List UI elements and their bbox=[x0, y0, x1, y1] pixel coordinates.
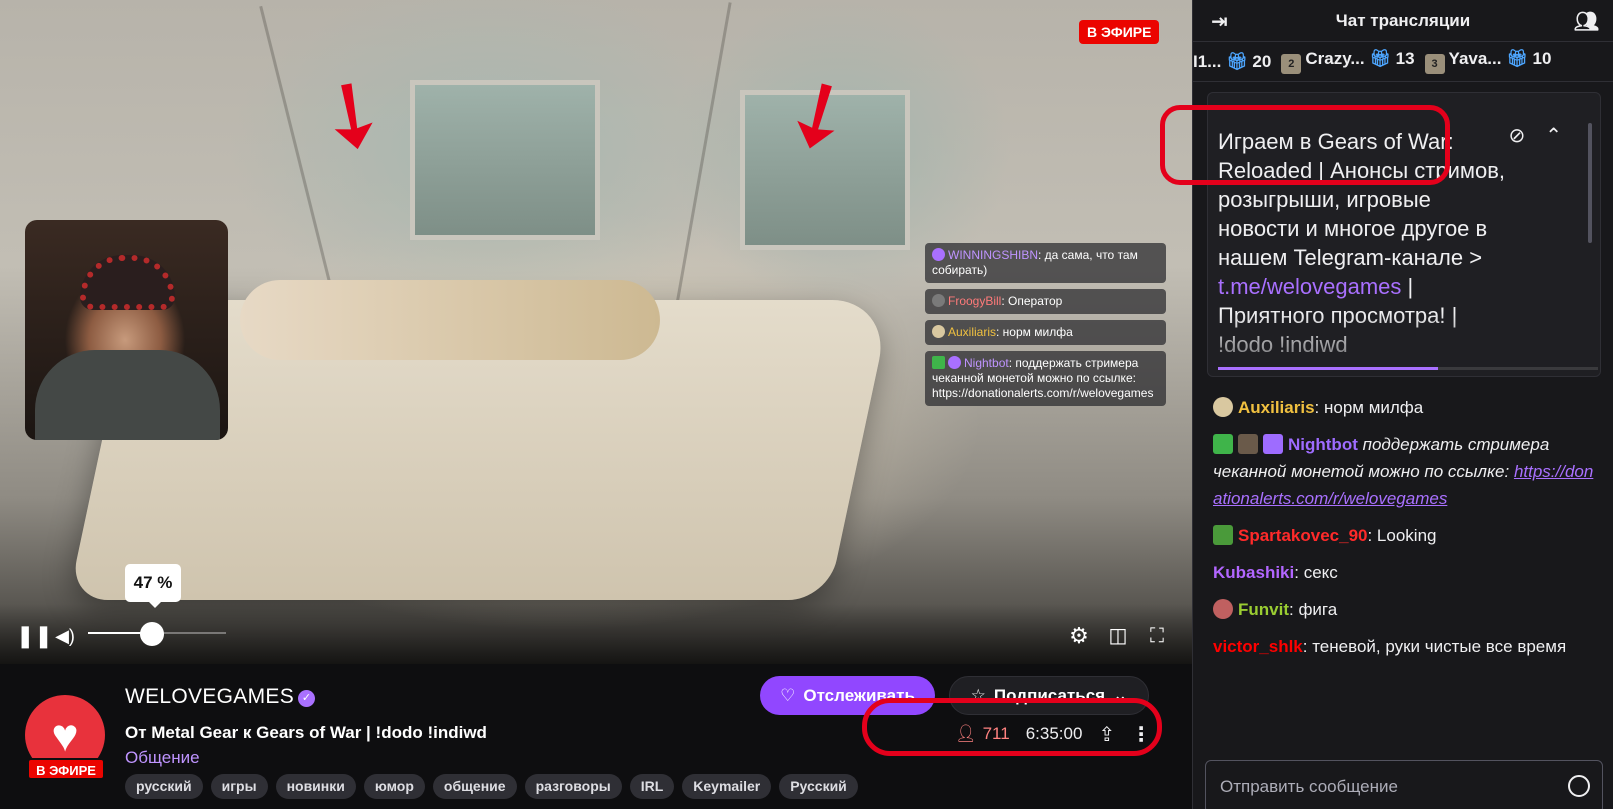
volume-icon[interactable]: ◀) bbox=[52, 624, 78, 648]
overlay-chat-message: FroogyBill: Оператор bbox=[925, 289, 1166, 314]
webcam-hat bbox=[80, 255, 175, 310]
annotation-arrow: ➘ bbox=[293, 52, 413, 178]
pause-icon[interactable]: ❚❚ bbox=[16, 624, 53, 648]
tag[interactable]: IRL bbox=[629, 774, 675, 799]
badge-icon bbox=[1213, 397, 1233, 417]
community-icon[interactable]: 👥︎ bbox=[1574, 9, 1599, 34]
pinned-scrollbar[interactable] bbox=[1588, 123, 1592, 243]
chat-header: ⇥ Чат трансляции 👥︎ bbox=[1193, 0, 1613, 42]
webcam-figure bbox=[35, 350, 220, 440]
overlay-chat-message: WINNINGSHIBN: да сама, что там собирать) bbox=[925, 243, 1166, 283]
leaderboard-entry[interactable]: I1... 🎁︎ 20 bbox=[1193, 52, 1271, 72]
stream-page: ➘ ➘ В ЭФИРЕ WINNINGSHIBN: да сама, что т… bbox=[0, 0, 1613, 809]
tag[interactable]: игры bbox=[210, 774, 268, 799]
collapse-chat-icon[interactable]: ⇥ bbox=[1211, 9, 1228, 34]
streamer-webcam bbox=[25, 220, 228, 440]
stream-title: От Metal Gear к Gears of War | !dodo !in… bbox=[125, 723, 487, 742]
person-on-mattress bbox=[240, 280, 660, 360]
chat-message: Nightbot поддержать стримера чеканной мо… bbox=[1213, 434, 1594, 508]
sword-icon bbox=[932, 356, 945, 369]
badge-icon bbox=[932, 294, 945, 307]
emote-picker-icon[interactable] bbox=[1568, 775, 1590, 797]
verified-icon bbox=[932, 248, 945, 261]
chat-message: Auxiliaris: норм милфа bbox=[1213, 394, 1598, 421]
stream-category[interactable]: Общение bbox=[125, 748, 200, 768]
settings-icon[interactable]: ⚙ bbox=[1066, 624, 1092, 648]
pinned-progress bbox=[1218, 367, 1598, 370]
channel-name[interactable]: WELOVEGAMES bbox=[125, 685, 294, 709]
live-badge: В ЭФИРЕ bbox=[1079, 20, 1160, 44]
chat-title: Чат трансляции bbox=[1335, 10, 1471, 30]
gift-icon: 🎁︎ bbox=[1226, 51, 1248, 71]
leaderboard-entry[interactable]: 3 Yava... 🎁︎ 10 bbox=[1424, 49, 1551, 74]
heart-icon: ♡ bbox=[780, 685, 796, 705]
sword-icon bbox=[1213, 434, 1233, 454]
chat-messages: Auxiliaris: норм милфа Nightbot поддержа… bbox=[1213, 394, 1598, 670]
chat-message: Kubashiki: секс bbox=[1213, 563, 1338, 582]
player-controls bbox=[0, 604, 1192, 664]
verified-icon bbox=[948, 356, 961, 369]
gift-leaderboard: I1... 🎁︎ 20 2 Crazy... 🎁︎ 13 3 Yava... 🎁︎ … bbox=[1193, 42, 1613, 82]
verified-icon bbox=[1263, 434, 1283, 454]
tag[interactable]: русский bbox=[125, 774, 203, 799]
avatar-live-badge: В ЭФИРЕ bbox=[27, 758, 105, 780]
chat-message: Spartakovec_90: Looking bbox=[1213, 522, 1598, 549]
gift-icon: 🎁︎ bbox=[1506, 49, 1528, 68]
heart-logo-icon: ♥ bbox=[51, 709, 79, 761]
chat-input[interactable]: Отправить сообщение bbox=[1205, 760, 1603, 809]
tag[interactable]: Keymailer bbox=[682, 774, 772, 799]
pinned-link[interactable]: t.me/welovegames bbox=[1218, 274, 1401, 299]
fullscreen-icon[interactable]: ⛶ bbox=[1144, 624, 1170, 648]
gift-icon: 🎁︎ bbox=[1369, 49, 1391, 68]
pickaxe-icon bbox=[1238, 434, 1258, 454]
tag[interactable]: юмор bbox=[363, 774, 425, 799]
grass-icon bbox=[1213, 525, 1233, 545]
chat-panel: ⇥ Чат трансляции 👥︎ I1... 🎁︎ 20 2 Crazy..… bbox=[1160, 0, 1613, 809]
volume-knob[interactable] bbox=[140, 622, 164, 646]
badge-icon bbox=[932, 325, 945, 338]
annotation-circle bbox=[862, 698, 1162, 756]
tag[interactable]: новинки bbox=[275, 774, 356, 799]
tag-list: русский игры новинки юмор общение разгов… bbox=[125, 774, 858, 799]
overlay-chat-message: Auxiliaris: норм милфа bbox=[925, 320, 1166, 345]
chat-message: victor_shlk: теневой, руки чистые все вр… bbox=[1213, 637, 1567, 656]
overlay-chat: WINNINGSHIBN: да сама, что там собирать)… bbox=[925, 243, 1166, 412]
tag[interactable]: Русский bbox=[779, 774, 858, 799]
tent-window bbox=[410, 80, 600, 240]
volume-tooltip: 47 % bbox=[125, 564, 181, 608]
tent-seam bbox=[671, 2, 732, 328]
verified-icon: ✓ bbox=[298, 690, 315, 707]
overlay-chat-message: Nightbot: поддержать стримера чеканной м… bbox=[925, 351, 1166, 406]
video-player[interactable]: ➘ ➘ В ЭФИРЕ WINNINGSHIBN: да сама, что т… bbox=[0, 0, 1192, 664]
tag[interactable]: общение bbox=[432, 774, 517, 799]
pinned-progress-fill bbox=[1218, 367, 1439, 370]
tag[interactable]: разговоры bbox=[524, 774, 622, 799]
annotation-circle bbox=[1160, 105, 1450, 185]
chevron-up-icon[interactable]: ⌃ bbox=[1545, 123, 1562, 148]
channel-info: ♥ В ЭФИРЕ WELOVEGAMES ✓ От Metal Gear к … bbox=[0, 664, 1192, 809]
leaderboard-entry[interactable]: 2 Crazy... 🎁︎ 13 bbox=[1281, 49, 1415, 74]
chat-message: Funvit: фига bbox=[1213, 596, 1598, 623]
theatre-mode-icon[interactable]: ◫ bbox=[1105, 624, 1131, 648]
badge-icon bbox=[1213, 599, 1233, 619]
